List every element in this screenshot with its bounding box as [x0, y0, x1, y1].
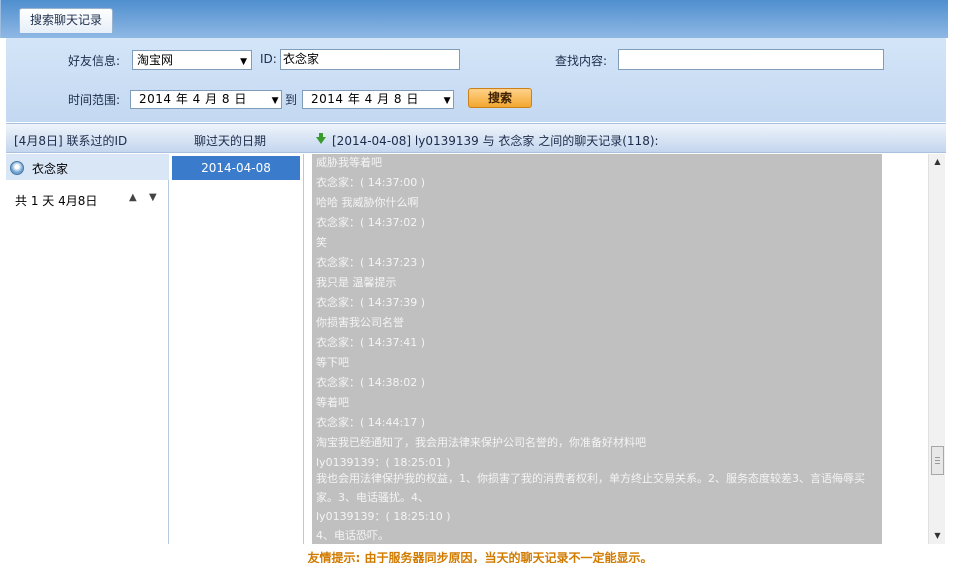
friend-select-value: 淘宝网	[137, 53, 174, 67]
dates-header: 聊过天的日期	[194, 134, 267, 148]
friend-select[interactable]: 淘宝网 ▼	[132, 50, 252, 70]
contacts-header: [4月8日] 联系过的ID	[14, 134, 128, 148]
scroll-thumb[interactable]	[931, 446, 944, 475]
date-to-value: 2014 年 4 月 8 日	[311, 92, 419, 106]
contacts-list: 衣念家 共 1 天 4月8日 ▲ ▼	[6, 154, 169, 544]
green-down-arrow-icon	[316, 133, 326, 144]
id-input[interactable]: 衣念家	[280, 49, 460, 70]
chat-sender-time: 衣念家：( 14:37:23 )	[316, 256, 425, 269]
scroll-down-icon[interactable]: ▼	[929, 528, 946, 544]
chat-sender-time: 衣念家：( 14:44:17 )	[316, 416, 425, 429]
search-content-input[interactable]	[618, 49, 884, 70]
chat-scrollbar[interactable]: ▲ ▼	[928, 154, 945, 544]
chat-sender-time: 衣念家：( 14:37:00 )	[316, 176, 425, 189]
chat-sender-time: ly0139139：( 18:25:10 )	[316, 510, 451, 523]
top-bar: 搜索聊天记录	[0, 0, 948, 38]
chat-message: 4、电话恐吓。	[316, 529, 389, 542]
search-form: 好友信息: 淘宝网 ▼ ID: 衣念家 查找内容: 时间范围: 2014 年 4…	[6, 38, 946, 122]
chat-message: 我也会用法律保护我的权益，1、你损害了我的消费者权利，单方终止交易关系。2、服务…	[316, 472, 865, 504]
id-label: ID:	[260, 52, 277, 66]
chat-message: 淘宝我已经通知了，我会用法律来保护公司名誉的，你准备好材料吧	[316, 436, 646, 449]
column-header-bar: [4月8日] 联系过的ID 聊过天的日期 [2014-04-08] ly0139…	[6, 123, 946, 153]
search-button[interactable]: 搜索	[468, 88, 532, 108]
dates-list: 2014-04-08	[170, 154, 304, 544]
chat-message: 你损害我公司名誉	[316, 316, 404, 329]
search-content-label: 查找内容:	[555, 54, 608, 68]
chat-sender-time: 衣念家：( 14:37:39 )	[316, 296, 425, 309]
dropdown-arrow-icon: ▼	[443, 96, 451, 106]
avatar-icon	[10, 161, 24, 175]
date-item[interactable]: 2014-04-08	[172, 156, 300, 180]
chat-sender-time: ly0139139：( 18:25:01 )	[316, 456, 451, 469]
tab-search-chat-records[interactable]: 搜索聊天记录	[19, 8, 113, 33]
friend-info-label: 好友信息:	[68, 54, 121, 68]
chat-log-title: [2014-04-08] ly0139139 与 衣念家 之间的聊天记录(118…	[332, 134, 659, 148]
to-label: 到	[285, 93, 298, 107]
date-from-picker[interactable]: 2014 年 4 月 8 日 ▼	[130, 90, 282, 109]
scroll-up-icon[interactable]: ▲	[929, 154, 946, 170]
chat-message: 威胁我等着吧	[316, 156, 382, 169]
chat-sender-time: 衣念家：( 14:37:41 )	[316, 336, 425, 349]
footer-tip: 友情提示: 由于服务器同步原因，当天的聊天记录不一定能显示。	[307, 551, 653, 563]
chat-history-window: 搜索聊天记录 好友信息: 淘宝网 ▼ ID: 衣念家 查找内容: 时间范围: 2…	[0, 0, 960, 563]
chat-message: 等着吧	[316, 396, 349, 409]
up-arrow-icon[interactable]: ▲	[129, 192, 137, 203]
chat-message: 笑	[316, 236, 327, 249]
day-count: 共 1 天 4月8日	[15, 194, 98, 208]
contact-item[interactable]: 衣念家	[6, 154, 169, 180]
chat-sender-time: 衣念家：( 14:38:02 )	[316, 376, 425, 389]
dropdown-arrow-icon: ▼	[271, 96, 279, 106]
down-arrow-icon[interactable]: ▼	[149, 192, 157, 203]
date-from-value: 2014 年 4 月 8 日	[139, 92, 247, 106]
dropdown-arrow-icon: ▼	[240, 57, 247, 67]
chat-log: 威胁我等着吧 衣念家：( 14:37:00 ) 哈哈 我威胁你什么啊 衣念家：(…	[312, 154, 882, 544]
date-to-picker[interactable]: 2014 年 4 月 8 日 ▼	[302, 90, 454, 109]
contact-name: 衣念家	[32, 162, 69, 176]
chat-message: 我只是 温馨提示	[316, 276, 397, 289]
chat-message: 等下吧	[316, 356, 349, 369]
chat-message: 哈哈 我威胁你什么啊	[316, 196, 419, 209]
chat-sender-time: 衣念家：( 14:37:02 )	[316, 216, 425, 229]
time-range-label: 时间范围:	[68, 93, 121, 107]
